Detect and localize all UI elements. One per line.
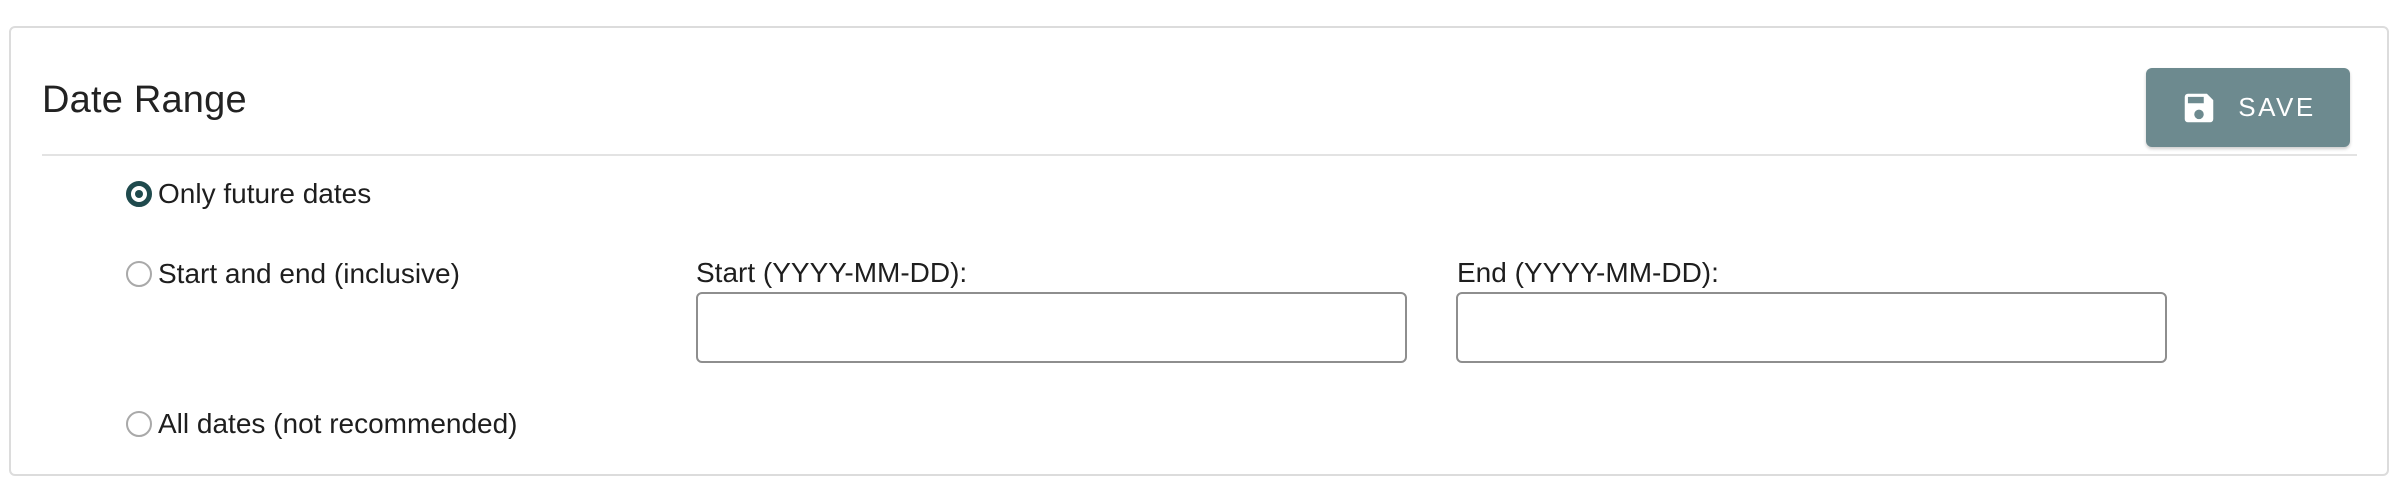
radio-label-range: Start and end (inclusive) bbox=[158, 258, 460, 289]
panel-title: Date Range bbox=[42, 79, 247, 121]
end-date-label: End (YYYY-MM-DD): bbox=[1457, 257, 1719, 288]
header-divider bbox=[42, 154, 2357, 156]
end-date-input[interactable] bbox=[1456, 292, 2167, 363]
save-button-label: SAVE bbox=[2238, 92, 2316, 122]
save-button[interactable]: SAVE bbox=[2146, 68, 2350, 147]
start-date-label: Start (YYYY-MM-DD): bbox=[696, 257, 968, 288]
radio-button-range[interactable] bbox=[126, 261, 152, 287]
start-date-input[interactable] bbox=[696, 292, 1407, 363]
radio-label-future: Only future dates bbox=[158, 178, 372, 209]
radio-option-future[interactable]: Only future dates bbox=[126, 178, 371, 210]
radio-button-all[interactable] bbox=[126, 411, 152, 437]
radio-label-all: All dates (not recommended) bbox=[158, 408, 518, 439]
radio-option-all[interactable]: All dates (not recommended) bbox=[126, 408, 518, 440]
floppy-disk-icon bbox=[2180, 89, 2218, 127]
radio-button-future[interactable] bbox=[126, 181, 152, 207]
radio-option-range[interactable]: Start and end (inclusive) bbox=[126, 258, 460, 290]
